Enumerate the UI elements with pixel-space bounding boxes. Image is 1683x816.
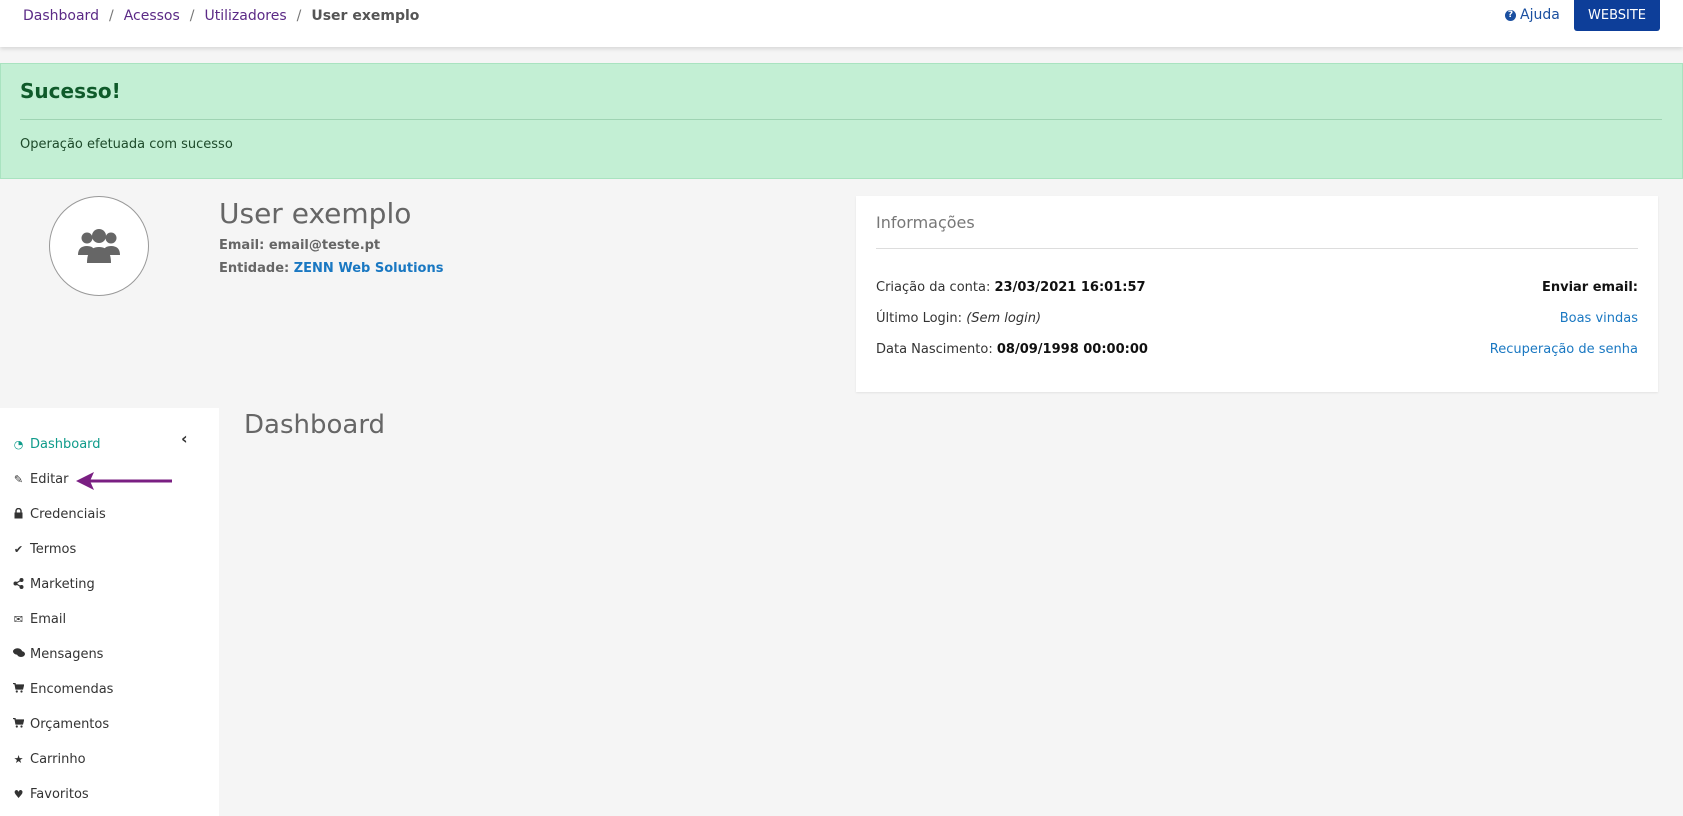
email-value: email@teste.pt [268, 238, 381, 253]
breadcrumb-separator: / [189, 8, 195, 24]
email-label: Email: [219, 238, 265, 253]
sidebar-item-label: Encomendas [30, 682, 114, 697]
info-card: Informações Criação da conta: 23/03/2021… [856, 196, 1658, 392]
envelope-icon: ✉ [13, 613, 24, 626]
sidebar-item-editar[interactable]: ✎ Editar [13, 472, 69, 487]
sidebar-item-favoritos[interactable]: ♥ Favoritos [13, 787, 89, 802]
password-recovery-link[interactable]: Recuperação de senha [1490, 342, 1638, 357]
share-icon [13, 577, 24, 592]
welcome-email-link[interactable]: Boas vindas [1560, 311, 1638, 326]
sidebar-item-marketing[interactable]: Marketing [13, 577, 95, 592]
users-icon [78, 229, 120, 263]
success-alert: Sucesso! Operação efetuada com sucesso [0, 63, 1683, 179]
website-button[interactable]: WEBSITE [1574, 0, 1660, 31]
last-login-row: Último Login: (Sem login) [876, 311, 1041, 326]
chevron-left-icon[interactable]: ‹ [181, 429, 188, 448]
entity-label: Entidade: [219, 261, 290, 276]
cart-icon [13, 717, 25, 731]
avatar [49, 196, 149, 296]
sidebar-item-credenciais[interactable]: Credenciais [13, 507, 106, 522]
profile-name: User exemplo [219, 197, 412, 230]
sidebar-item-label: Marketing [30, 577, 95, 592]
info-title: Informações [876, 213, 975, 232]
check-icon: ✔ [13, 543, 24, 556]
sidebar-item-label: Editar [30, 472, 69, 487]
page-title: Dashboard [244, 410, 386, 440]
dashboard-icon: ◔ [13, 438, 24, 451]
welcome-email-link-wrap: Boas vindas [1560, 311, 1638, 326]
sidebar-item-termos[interactable]: ✔ Termos [13, 542, 76, 557]
password-recovery-link-wrap: Recuperação de senha [1490, 342, 1638, 357]
sidebar-item-label: Mensagens [30, 647, 104, 662]
question-circle-icon: ? [1505, 9, 1516, 21]
alert-divider [20, 119, 1662, 120]
sidebar-item-carrinho[interactable]: ★ Carrinho [13, 752, 86, 767]
pencil-icon: ✎ [13, 473, 24, 486]
sidebar-item-email[interactable]: ✉ Email [13, 612, 66, 627]
alert-message: Operação efetuada com sucesso [20, 137, 233, 152]
lock-icon [13, 507, 24, 522]
breadcrumb-dashboard[interactable]: Dashboard [23, 8, 99, 24]
birth-value: 08/09/1998 00:00:00 [996, 342, 1148, 357]
send-email-label: Enviar email: [1541, 280, 1638, 295]
sidebar-item-label: Carrinho [30, 752, 86, 767]
breadcrumb-utilizadores[interactable]: Utilizadores [205, 8, 287, 24]
help-label: Ajuda [1520, 7, 1560, 23]
alert-title: Sucesso! [20, 79, 121, 103]
sidebar-item-label: Credenciais [30, 507, 106, 522]
created-value: 23/03/2021 16:01:57 [994, 280, 1146, 295]
created-label: Criação da conta: [876, 280, 991, 295]
sidebar-item-label: Dashboard [30, 437, 101, 452]
cart-icon [13, 682, 25, 696]
breadcrumb-acessos[interactable]: Acessos [124, 8, 180, 24]
breadcrumb-current: User exemplo [311, 8, 420, 24]
account-created-row: Criação da conta: 23/03/2021 16:01:57 [876, 280, 1146, 295]
birth-label: Data Nascimento: [876, 342, 993, 357]
profile-email: Email: email@teste.pt [219, 238, 380, 253]
sidebar-item-label: Email [30, 612, 67, 627]
breadcrumb: Dashboard / Acessos / Utilizadores / Use… [23, 8, 419, 24]
heart-icon: ♥ [13, 788, 24, 801]
help-link[interactable]: ? Ajuda [1505, 7, 1560, 23]
sidebar-item-label: Favoritos [30, 787, 89, 802]
entity-link[interactable]: ZENN Web Solutions [294, 261, 444, 276]
profile-entity: Entidade: ZENN Web Solutions [219, 261, 443, 276]
breadcrumb-separator: / [296, 8, 302, 24]
breadcrumb-separator: / [108, 8, 114, 24]
sidebar-item-encomendas[interactable]: Encomendas [13, 682, 113, 697]
annotation-arrow [76, 472, 172, 490]
sidebar-item-label: Termos [30, 542, 77, 557]
last-login-label: Último Login: [876, 311, 963, 326]
sidebar-item-orcamentos[interactable]: Orçamentos [13, 717, 109, 732]
last-login-value: (Sem login) [966, 311, 1042, 326]
top-bar: Dashboard / Acessos / Utilizadores / Use… [0, 0, 1683, 47]
sidebar-item-dashboard[interactable]: ◔ Dashboard [13, 437, 101, 452]
info-divider [876, 248, 1638, 249]
star-icon: ★ [13, 753, 24, 766]
birth-date-row: Data Nascimento: 08/09/1998 00:00:00 [876, 342, 1148, 357]
comments-icon [13, 648, 25, 661]
sidebar-item-mensagens[interactable]: Mensagens [13, 647, 103, 662]
sidebar-item-label: Orçamentos [30, 717, 110, 732]
